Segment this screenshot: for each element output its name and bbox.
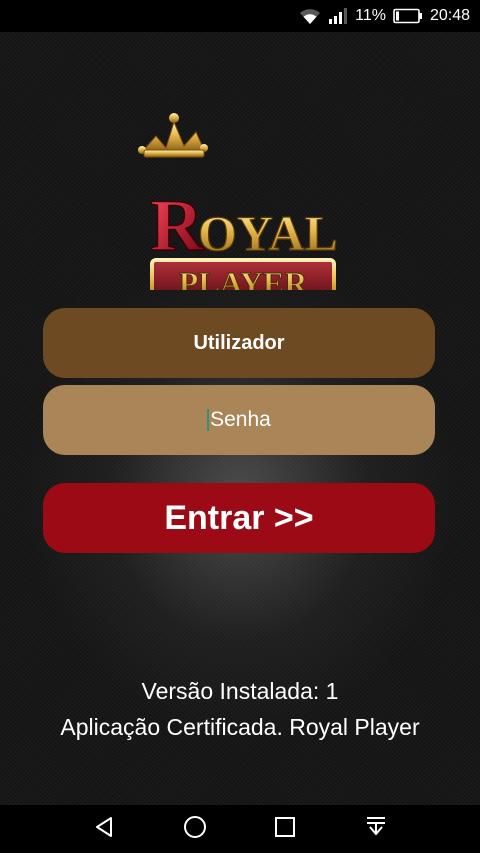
signal-icon [328, 7, 348, 25]
crown-icon [138, 113, 208, 158]
username-input[interactable]: Utilizador [43, 308, 435, 378]
home-button[interactable] [165, 805, 225, 853]
navigation-bar [0, 805, 480, 853]
back-icon [92, 815, 116, 844]
app-logo: R OYAL PLAYER [136, 104, 344, 290]
back-button[interactable] [74, 805, 134, 853]
battery-percent: 11% [355, 7, 386, 24]
notifications-pull-icon [364, 815, 388, 844]
login-button-label: Entrar >> [164, 498, 314, 537]
clock: 20:48 [429, 7, 470, 24]
status-bar: 11% 20:48 [0, 0, 480, 32]
notifications-pull-button[interactable] [346, 805, 406, 853]
recents-button[interactable] [255, 805, 315, 853]
text-cursor [207, 409, 210, 431]
logo-text-player: PLAYER [179, 265, 309, 290]
logo-text-royal: OYAL [198, 205, 338, 261]
battery-icon [393, 8, 423, 24]
status-icons: 11% 20:48 [299, 0, 470, 32]
login-screen: R OYAL PLAYER Utilizador Senha Entrar >>… [0, 32, 480, 805]
certified-text: Aplicação Certificada. Royal Player [60, 714, 420, 740]
username-placeholder: Utilizador [193, 331, 285, 354]
login-button[interactable]: Entrar >> [43, 483, 435, 553]
password-placeholder: Senha [210, 408, 271, 431]
home-icon [183, 815, 207, 844]
wifi-icon [299, 7, 321, 25]
recents-icon [273, 815, 297, 844]
password-input[interactable]: Senha [43, 385, 435, 455]
version-text: Versão Instalada: 1 [141, 678, 339, 704]
